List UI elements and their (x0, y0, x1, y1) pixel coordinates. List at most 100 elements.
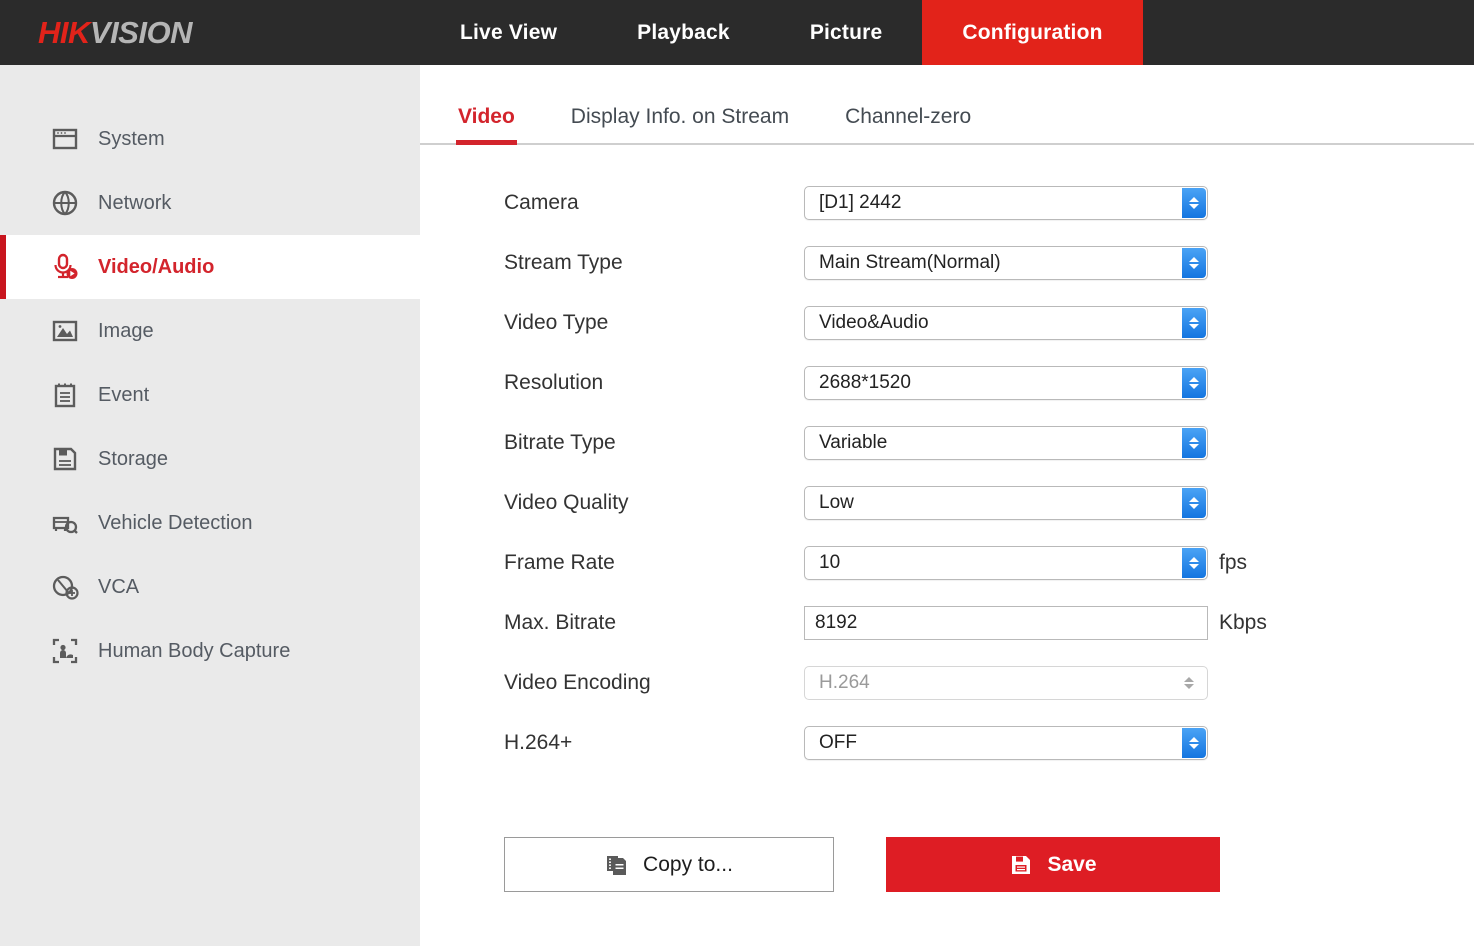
control-h264-plus: OFF (804, 726, 1208, 760)
control-stream-type: Main Stream(Normal) (804, 246, 1208, 280)
control-video-type: Video&Audio (804, 306, 1208, 340)
control-video-quality: Low (804, 486, 1208, 520)
h264-plus-select-value: OFF (805, 732, 857, 754)
video-type-select-value: Video&Audio (805, 312, 929, 334)
chevron-updown-icon[interactable] (1182, 548, 1206, 578)
form-row-frame-rate: Frame Rate 10 fps (504, 533, 1474, 593)
sidebar-item-network[interactable]: Network (0, 171, 420, 235)
chevron-updown-icon[interactable] (1182, 428, 1206, 458)
sidebar-item-label: System (98, 128, 165, 151)
sidebar-item-label: Human Body Capture (98, 640, 290, 663)
human-capture-icon (48, 634, 82, 668)
camera-select[interactable]: [D1] 2442 (804, 186, 1208, 220)
label-bitrate-type: Bitrate Type (504, 431, 804, 455)
topnav-item-configuration[interactable]: Configuration (922, 0, 1142, 65)
vca-camera-icon (48, 570, 82, 604)
unit-fps: fps (1219, 551, 1247, 575)
chevron-updown-icon[interactable] (1182, 248, 1206, 278)
label-max-bitrate: Max. Bitrate (504, 611, 804, 635)
vehicle-search-icon (48, 506, 82, 540)
sidebar-item-system[interactable]: System (0, 107, 420, 171)
hikvision-logo: HIKVISION (0, 0, 420, 65)
globe-icon (48, 186, 82, 220)
tab-display-info-on-stream[interactable]: Display Info. on Stream (571, 105, 789, 145)
frame-rate-select-value: 10 (805, 552, 840, 574)
main-content: Video Display Info. on Stream Channel-ze… (420, 65, 1474, 946)
bitrate-type-select-value: Variable (805, 432, 887, 454)
form-row-camera: Camera [D1] 2442 (504, 173, 1474, 233)
h264-plus-select[interactable]: OFF (804, 726, 1208, 760)
video-settings-form: Camera [D1] 2442 Stream Type Main Stream… (420, 145, 1474, 773)
form-row-h264-plus: H.264+ OFF (504, 713, 1474, 773)
sidebar-item-vehicle-detection[interactable]: Vehicle Detection (0, 491, 420, 555)
frame-rate-select[interactable]: 10 (804, 546, 1208, 580)
label-frame-rate: Frame Rate (504, 551, 804, 575)
save-button-label: Save (1047, 853, 1096, 877)
form-row-bitrate-type: Bitrate Type Variable (504, 413, 1474, 473)
tab-video[interactable]: Video (458, 105, 515, 145)
label-h264-plus: H.264+ (504, 731, 804, 755)
sidebar-item-label: Image (98, 320, 154, 343)
label-video-quality: Video Quality (504, 491, 804, 515)
stream-type-select[interactable]: Main Stream(Normal) (804, 246, 1208, 280)
form-actions: Copy to... Save (420, 773, 1474, 892)
video-encoding-select-value: H.264 (805, 672, 870, 694)
top-navigation: Live View Playback Picture Configuration (420, 0, 1143, 65)
label-resolution: Resolution (504, 371, 804, 395)
form-row-max-bitrate: Max. Bitrate Kbps (504, 593, 1474, 653)
video-quality-select[interactable]: Low (804, 486, 1208, 520)
camera-select-value: [D1] 2442 (805, 192, 901, 214)
sidebar-item-label: VCA (98, 576, 139, 599)
chevron-updown-icon[interactable] (1182, 368, 1206, 398)
video-quality-select-value: Low (805, 492, 854, 514)
sidebar-navigation: System Network Video/Audio Image (0, 65, 420, 946)
control-resolution: 2688*1520 (804, 366, 1208, 400)
copy-to-button[interactable]: Copy to... (504, 837, 834, 892)
control-max-bitrate: Kbps (804, 606, 1267, 640)
logo-text-vision: VISION (90, 15, 192, 51)
sidebar-item-image[interactable]: Image (0, 299, 420, 363)
save-floppy-icon (1009, 853, 1033, 877)
sidebar-item-label: Video/Audio (98, 256, 214, 279)
topnav-item-live-view[interactable]: Live View (420, 0, 597, 65)
form-row-resolution: Resolution 2688*1520 (504, 353, 1474, 413)
chevron-updown-icon[interactable] (1182, 188, 1206, 218)
floppy-disk-icon (48, 442, 82, 476)
sidebar-item-storage[interactable]: Storage (0, 427, 420, 491)
video-encoding-select: H.264 (804, 666, 1208, 700)
content-tabs: Video Display Info. on Stream Channel-ze… (420, 65, 1474, 145)
topnav-item-playback[interactable]: Playback (597, 0, 770, 65)
control-bitrate-type: Variable (804, 426, 1208, 460)
max-bitrate-input[interactable] (804, 606, 1208, 640)
top-header-bar: HIKVISION Live View Playback Picture Con… (0, 0, 1474, 65)
bitrate-type-select[interactable]: Variable (804, 426, 1208, 460)
label-camera: Camera (504, 191, 804, 215)
chevron-updown-icon[interactable] (1182, 488, 1206, 518)
form-row-video-encoding: Video Encoding H.264 (504, 653, 1474, 713)
sidebar-item-human-body-capture[interactable]: Human Body Capture (0, 619, 420, 683)
sidebar-item-vca[interactable]: VCA (0, 555, 420, 619)
copy-to-button-label: Copy to... (643, 853, 733, 877)
form-row-stream-type: Stream Type Main Stream(Normal) (504, 233, 1474, 293)
sidebar-item-video-audio[interactable]: Video/Audio (0, 235, 420, 299)
sidebar-item-label: Event (98, 384, 149, 407)
control-camera: [D1] 2442 (804, 186, 1208, 220)
form-row-video-quality: Video Quality Low (504, 473, 1474, 533)
sidebar-item-event[interactable]: Event (0, 363, 420, 427)
video-type-select[interactable]: Video&Audio (804, 306, 1208, 340)
notepad-icon (48, 378, 82, 412)
sidebar-item-label: Vehicle Detection (98, 512, 253, 535)
chevron-updown-icon[interactable] (1182, 308, 1206, 338)
resolution-select[interactable]: 2688*1520 (804, 366, 1208, 400)
topnav-item-picture[interactable]: Picture (770, 0, 923, 65)
logo-text-hik: HIK (38, 15, 90, 51)
chevron-updown-icon[interactable] (1182, 728, 1206, 758)
picture-icon (48, 314, 82, 348)
resolution-select-value: 2688*1520 (805, 372, 911, 394)
control-video-encoding: H.264 (804, 666, 1208, 700)
copy-documents-icon (605, 853, 629, 877)
microphone-play-icon (48, 250, 82, 284)
save-button[interactable]: Save (886, 837, 1220, 892)
tab-channel-zero[interactable]: Channel-zero (845, 105, 971, 145)
window-icon (48, 122, 82, 156)
